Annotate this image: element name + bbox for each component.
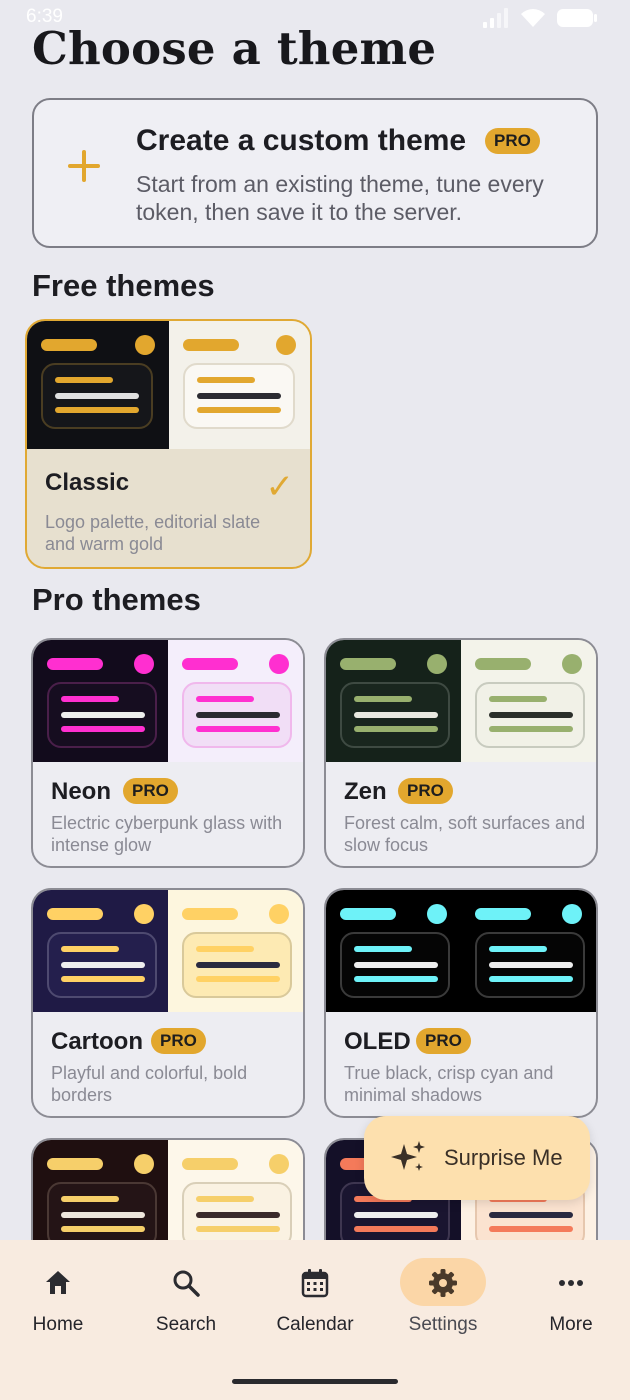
search-icon — [173, 1270, 200, 1297]
theme-name: Classic — [45, 469, 130, 496]
sparkles-icon — [391, 1141, 425, 1171]
theme-card-oled[interactable]: OLED PRO True black, crisp cyan and mini… — [324, 888, 598, 1118]
battery-icon — [557, 9, 597, 27]
theme-name: OLED — [344, 1028, 411, 1055]
theme-card-classic[interactable]: Classic ✓ Logo palette, editorial slate … — [25, 319, 312, 569]
nav-label: Home — [32, 1314, 84, 1335]
theme-preview — [33, 640, 303, 762]
pro-badge: PRO — [485, 128, 540, 154]
theme-card-neon[interactable]: Neon PRO Electric cyberpunk glass with i… — [31, 638, 305, 868]
home-icon — [46, 1271, 70, 1294]
theme-description: Electric cyberpunk glass with intense gl… — [51, 813, 283, 855]
custom-theme-description: Start from an existing theme, tune every… — [136, 171, 544, 225]
home-indicator — [232, 1379, 398, 1384]
nav-home[interactable]: Home — [8, 1258, 108, 1338]
theme-description: Logo palette, editorial slate and warm g… — [45, 512, 261, 554]
pro-badge: PRO — [398, 778, 453, 804]
create-custom-theme-card[interactable]: Create a custom theme PRO Start from an … — [32, 98, 598, 248]
nav-label: Settings — [408, 1314, 478, 1335]
nav-label: Search — [155, 1314, 217, 1335]
theme-name: Neon — [51, 778, 111, 805]
bottom-navigation: Home Search Calendar Settings More — [0, 1240, 630, 1400]
pro-badge: PRO — [416, 1028, 471, 1054]
nav-label: Calendar — [276, 1314, 354, 1335]
theme-preview — [27, 321, 310, 449]
nav-search[interactable]: Search — [136, 1258, 236, 1338]
pro-badge: PRO — [151, 1028, 206, 1054]
custom-theme-title: Create a custom theme — [136, 124, 467, 157]
theme-description: Playful and colorful, bold borders — [51, 1063, 248, 1105]
gear-icon — [429, 1269, 457, 1297]
page-title: Choose a theme — [32, 22, 437, 75]
theme-name: Cartoon — [51, 1028, 143, 1055]
theme-card-cartoon[interactable]: Cartoon PRO Playful and colorful, bold b… — [31, 888, 305, 1118]
nav-label: More — [549, 1314, 593, 1335]
checkmark-icon: ✓ — [265, 468, 295, 506]
theme-name: Zen — [344, 778, 387, 805]
theme-preview — [326, 890, 596, 1012]
free-themes-heading: Free themes — [32, 268, 215, 303]
theme-preview — [33, 890, 303, 1012]
surprise-me-label: Surprise Me — [444, 1145, 563, 1170]
nav-settings[interactable]: Settings — [393, 1258, 493, 1338]
plus-icon — [68, 150, 100, 182]
more-icon — [559, 1280, 583, 1286]
nav-calendar[interactable]: Calendar — [265, 1258, 365, 1338]
wifi-icon — [521, 9, 545, 27]
surprise-me-button[interactable]: Surprise Me — [364, 1116, 590, 1200]
theme-description: Forest calm, soft surfaces and slow focu… — [344, 813, 586, 855]
theme-description: True black, crisp cyan and minimal shado… — [344, 1063, 554, 1105]
pro-badge: PRO — [123, 778, 178, 804]
calendar-icon — [301, 1269, 329, 1298]
status-icons — [482, 8, 598, 28]
nav-more[interactable]: More — [521, 1258, 621, 1338]
theme-card-zen[interactable]: Zen PRO Forest calm, soft surfaces and s… — [324, 638, 598, 868]
signal-icon — [483, 8, 508, 28]
pro-themes-heading: Pro themes — [32, 582, 201, 617]
theme-preview — [326, 640, 596, 762]
